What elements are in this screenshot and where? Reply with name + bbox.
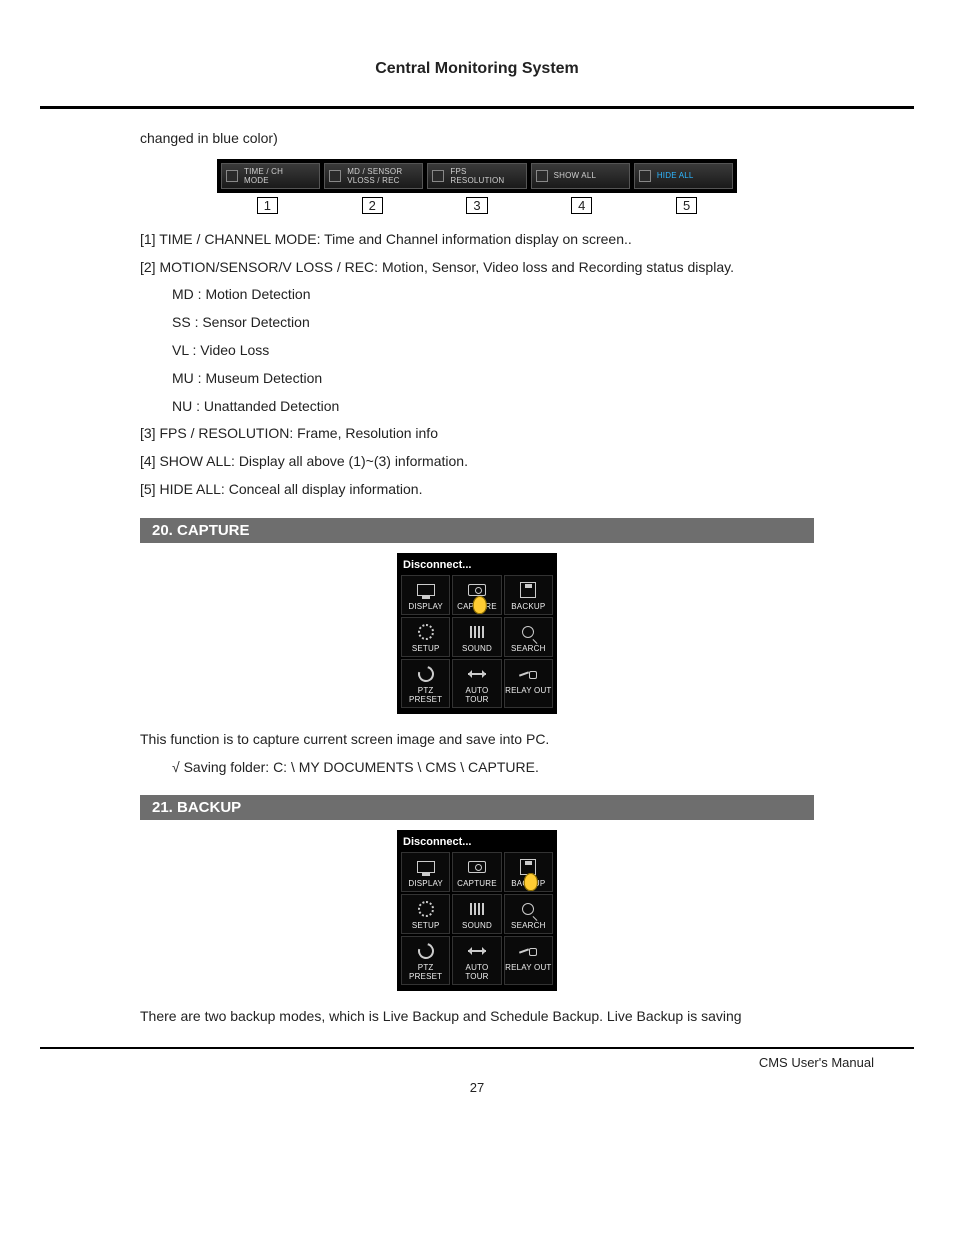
capture-note: √ Saving folder: C: \ MY DOCUMENTS \ CMS…	[140, 756, 814, 780]
sub-def: MU : Museum Detection	[140, 367, 814, 391]
panel-capture-button[interactable]: CAPTURE	[452, 575, 501, 615]
arrows-icon	[468, 673, 486, 675]
toolbar-item-show-all[interactable]: SHOW ALL	[531, 163, 630, 189]
header-rule	[40, 106, 914, 109]
toolbar-figure: TIME / CH MODE MD / SENSOR VLOSS / REC F…	[217, 159, 737, 214]
sub-def: SS : Sensor Detection	[140, 311, 814, 335]
toolbar-numbers: 1 2 3 4 5	[217, 197, 737, 214]
definition-line: [5] HIDE ALL: Conceal all display inform…	[140, 478, 814, 502]
camera-icon	[468, 861, 486, 873]
definition-line: [1] TIME / CHANNEL MODE: Time and Channe…	[140, 228, 814, 252]
toolbar-label: TIME / CH MODE	[244, 167, 283, 185]
panel-sound-button[interactable]: SOUND	[452, 894, 501, 934]
capture-body: This function is to capture current scre…	[140, 728, 814, 752]
panel-setup-button[interactable]: SETUP	[401, 617, 450, 657]
monitor-icon	[432, 170, 444, 182]
content-area: changed in blue color) TIME / CH MODE MD…	[40, 127, 914, 1029]
toolbar-item-time-ch[interactable]: TIME / CH MODE	[221, 163, 320, 189]
panel-status: Disconnect...	[401, 834, 553, 852]
sound-icon	[470, 626, 484, 638]
panel-relay-out-button[interactable]: RELAY OUT	[504, 659, 553, 708]
panel-capture-button[interactable]: CAPTURE	[452, 852, 501, 892]
panel-sound-button[interactable]: SOUND	[452, 617, 501, 657]
panel-backup-button[interactable]: BACKUP	[504, 852, 553, 892]
monitor-icon	[417, 584, 435, 596]
floppy-icon	[520, 582, 536, 598]
toolbar-item-md-sensor[interactable]: MD / SENSOR VLOSS / REC	[324, 163, 423, 189]
search-icon	[522, 903, 534, 915]
monitor-icon	[639, 170, 651, 182]
panel-search-button[interactable]: SEARCH	[504, 894, 553, 934]
sound-icon	[470, 903, 484, 915]
monitor-icon	[329, 170, 341, 182]
panel-auto-tour-button[interactable]: AUTO TOUR	[452, 936, 501, 985]
relay-icon	[519, 946, 537, 956]
panel-setup-button[interactable]: SETUP	[401, 894, 450, 934]
control-panel-capture: Disconnect... DISPLAY CAPTURE BACKUP SET…	[397, 553, 557, 714]
panel-status: Disconnect...	[401, 557, 553, 575]
section-heading-backup: 21. BACKUP	[140, 795, 814, 820]
preset-icon	[415, 663, 437, 685]
monitor-icon	[226, 170, 238, 182]
panel-auto-tour-button[interactable]: AUTO TOUR	[452, 659, 501, 708]
control-panel-backup: Disconnect... DISPLAY CAPTURE BACKUP SET…	[397, 830, 557, 991]
intro-fragment: changed in blue color)	[140, 127, 814, 151]
footer-text: CMS User's Manual	[40, 1055, 914, 1070]
definition-line: [2] MOTION/SENSOR/V LOSS / REC: Motion, …	[140, 256, 814, 280]
gear-icon	[418, 624, 434, 640]
camera-icon	[468, 584, 486, 596]
footer-rule	[40, 1047, 914, 1049]
definition-line: [4] SHOW ALL: Display all above (1)~(3) …	[140, 450, 814, 474]
preset-icon	[415, 940, 437, 962]
monitor-icon	[417, 861, 435, 873]
toolbar-num: 3	[466, 197, 487, 214]
toolbar-item-hide-all[interactable]: HIDE ALL	[634, 163, 733, 189]
check-icon: √	[172, 759, 180, 775]
search-icon	[522, 626, 534, 638]
capture-note-text: Saving folder: C: \ MY DOCUMENTS \ CMS \…	[184, 759, 539, 775]
gear-icon	[418, 901, 434, 917]
panel-display-button[interactable]: DISPLAY	[401, 852, 450, 892]
relay-icon	[519, 669, 537, 679]
section-heading-capture: 20. CAPTURE	[140, 518, 814, 543]
panel-relay-out-button[interactable]: RELAY OUT	[504, 936, 553, 985]
toolbar-num: 5	[676, 197, 697, 214]
panel-ptz-preset-button[interactable]: PTZ PRESET	[401, 936, 450, 985]
toolbar-num: 4	[571, 197, 592, 214]
panel-display-button[interactable]: DISPLAY	[401, 575, 450, 615]
panel-backup-button[interactable]: BACKUP	[504, 575, 553, 615]
sub-def: MD : Motion Detection	[140, 283, 814, 307]
panel-ptz-preset-button[interactable]: PTZ PRESET	[401, 659, 450, 708]
toolbar-label: HIDE ALL	[657, 171, 694, 180]
cursor-icon	[473, 596, 487, 614]
backup-body: There are two backup modes, which is Liv…	[140, 1005, 814, 1029]
toolbar: TIME / CH MODE MD / SENSOR VLOSS / REC F…	[217, 159, 737, 193]
arrows-icon	[468, 950, 486, 952]
toolbar-label: MD / SENSOR VLOSS / REC	[347, 167, 402, 185]
toolbar-item-fps[interactable]: FPS RESOLUTION	[427, 163, 526, 189]
toolbar-num: 2	[362, 197, 383, 214]
panel-search-button[interactable]: SEARCH	[504, 617, 553, 657]
monitor-icon	[536, 170, 548, 182]
cursor-icon	[524, 873, 538, 891]
toolbar-label: FPS RESOLUTION	[450, 167, 504, 185]
page-number: 27	[40, 1080, 914, 1095]
page-title: Central Monitoring System	[40, 60, 914, 78]
sub-def: NU : Unattanded Detection	[140, 395, 814, 419]
sub-def: VL : Video Loss	[140, 339, 814, 363]
toolbar-label: SHOW ALL	[554, 171, 597, 180]
toolbar-num: 1	[257, 197, 278, 214]
definition-line: [3] FPS / RESOLUTION: Frame, Resolution …	[140, 422, 814, 446]
